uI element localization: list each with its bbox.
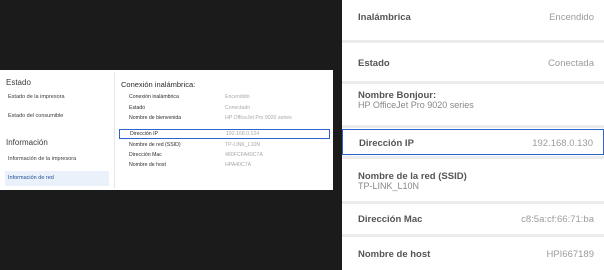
network-info-screen: Estado Estado de la impresora Estado del… [0,70,333,190]
wireless-connection-title: Conexión inalámbrica: [121,80,196,89]
info-row-ssid: Nombre de red (SSID) TP-LINK_L10N [119,140,330,150]
row-value: HP OfficeJet Pro 9020 series [225,115,292,121]
mac-value: c8:5a:cf:66:71:ba [521,214,594,225]
row-value: 192.168.0.124 [226,131,260,137]
mac-label: Dirección Mac [358,214,423,225]
wireless-value: Encendido [549,12,594,23]
host-value: HPI667189 [546,249,594,260]
ssid-value: TP-LINK_L10N [358,181,420,191]
detail-row-host-name: Nombre de host HPI667189 [342,237,604,270]
row-value: HPA40C7A [225,162,252,168]
row-divider [342,125,604,128]
row-label: Dirección IP [130,131,158,137]
info-row-mac-address: Dirección Mac 480FCFA40C7A [119,150,330,160]
sidebar-item-network-info[interactable]: Información de red [5,171,109,186]
row-value: Encendido [225,94,250,100]
sidebar-section-information: Información [6,138,48,147]
detail-row-status: Estado Conectada [342,43,604,81]
row-label: Nombre de bienvenida [129,115,182,121]
row-value: 480FCFA40C7A [225,152,263,158]
sidebar-section-status: Estado [6,78,31,87]
info-row-ip-address[interactable]: Dirección IP 192.168.0.124 [119,129,330,139]
ip-label: Dirección IP [359,138,414,149]
info-row-wireless: Conexión inalámbrica Encendido [119,92,330,102]
info-row-status: Estado Conectado [119,103,330,113]
sidebar-item-printer-status[interactable]: Estado de la impresora [5,90,109,105]
detail-row-mac-address: Dirección Mac c8:5a:cf:66:71:ba [342,204,604,234]
network-detail-panel: Inalámbrica Encendido Estado Conectada N… [342,0,604,270]
row-value: TP-LINK_L10N [225,142,261,148]
sidebar-item-printer-info[interactable]: Información de la impresora [5,152,109,167]
detail-row-ip-address[interactable]: Dirección IP 192.168.0.130 [342,129,604,155]
detail-row-wireless: Inalámbrica Encendido [342,0,604,40]
wireless-label: Inalámbrica [358,12,411,23]
info-row-host-name: Nombre de host HPA40C7A [119,160,330,170]
info-row-welcome-name: Nombre de bienvenida HP OfficeJet Pro 90… [119,113,330,123]
row-value: Conectado [225,105,251,111]
sidebar-item-supply-status[interactable]: Estado del consumible [5,109,109,124]
row-label: Nombre de red (SSID) [129,142,181,148]
row-label: Nombre de host [129,162,166,168]
bonjour-value: HP OfficeJet Pro 9020 series [358,100,474,110]
detail-row-bonjour: Nombre Bonjour: HP OfficeJet Pro 9020 se… [342,84,604,125]
row-label: Conexión inalámbrica [129,94,179,100]
sidebar-divider [114,72,115,188]
status-label: Estado [358,58,390,69]
row-label: Dirección Mac [129,152,162,158]
detail-row-ssid: Nombre de la red (SSID) TP-LINK_L10N [342,159,604,201]
left-screen-panel: Estado Estado de la impresora Estado del… [0,0,342,270]
row-label: Estado [129,105,146,111]
ip-value: 192.168.0.130 [532,138,593,149]
host-label: Nombre de host [358,249,431,260]
status-value: Conectada [548,58,594,69]
